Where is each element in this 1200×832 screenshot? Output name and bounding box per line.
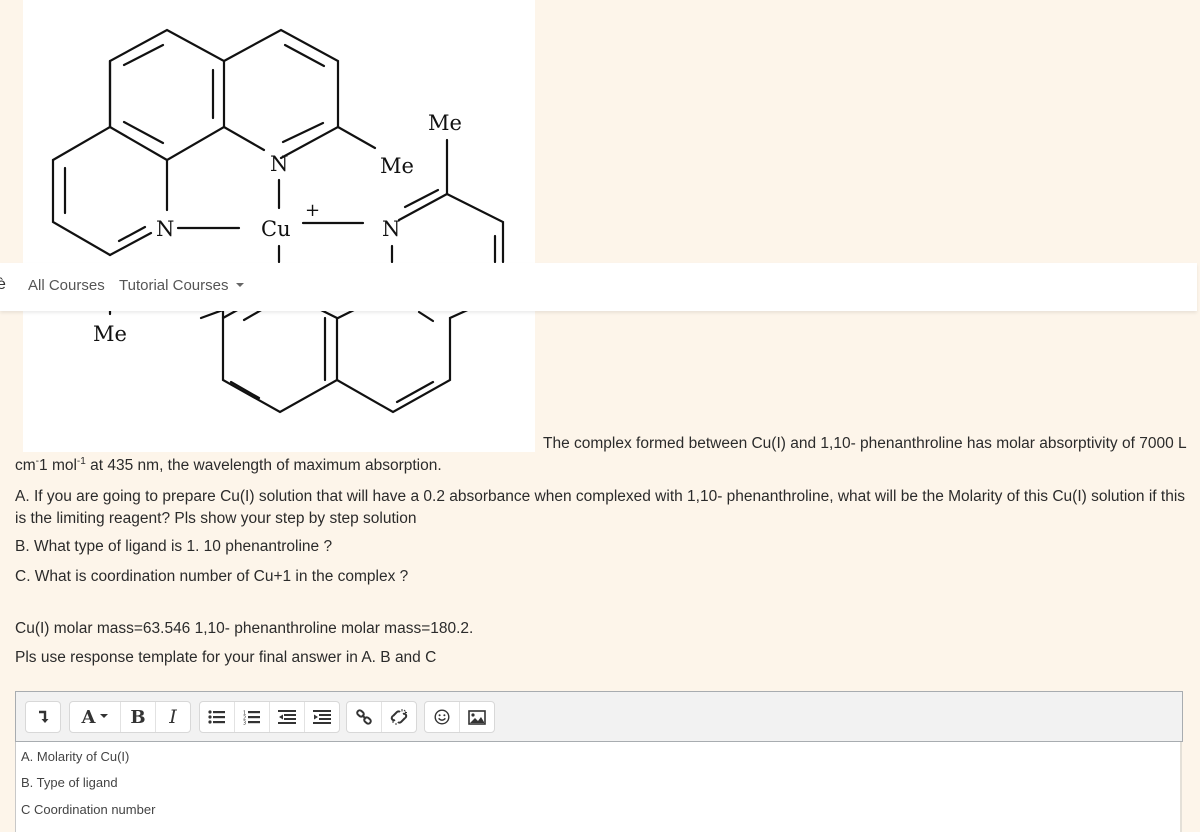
font-style-icon: A xyxy=(81,706,96,728)
answer-template-line-c[interactable]: C Coordination number xyxy=(21,802,155,817)
toolbar-group-media xyxy=(424,701,495,733)
nitrogen-label-left: N xyxy=(156,217,174,241)
cu-phenanthroline-complex-diagram: N N N Cu + Me Me Me xyxy=(51,28,505,414)
response-template-note: Pls use response template for your final… xyxy=(15,649,437,666)
charge-label: + xyxy=(305,200,320,221)
nav-item-truncated[interactable]: è xyxy=(0,276,6,294)
toolbar-group-links xyxy=(346,701,417,733)
toolbar-group-style: A B I xyxy=(69,701,191,733)
italic-button[interactable]: I xyxy=(156,702,190,732)
nitrogen-label-right: N xyxy=(382,217,400,241)
answer-template-line-b[interactable]: B. Type of ligand xyxy=(21,775,118,790)
indent-button[interactable] xyxy=(305,702,339,732)
units-superscript: -1 xyxy=(76,455,86,467)
nav-item-tutorial-courses[interactable]: Tutorial Courses xyxy=(119,277,245,294)
question-part-c: C. What is coordination number of Cu+1 i… xyxy=(15,568,409,585)
nitrogen-label-top: N xyxy=(270,152,288,176)
bold-button[interactable]: B xyxy=(121,702,156,732)
copper-label: Cu xyxy=(261,217,291,241)
link-button[interactable] xyxy=(347,702,382,732)
molar-mass-info: Cu(I) molar mass=63.546 1,10- phenanthro… xyxy=(15,620,474,637)
ordered-list-button[interactable]: 1 2 3 xyxy=(235,702,270,732)
question-units-line: cm-1 mol-1 at 435 nm, the wavelength of … xyxy=(15,455,442,475)
numbered-list-icon: 1 2 3 xyxy=(243,710,260,725)
editor-toolbar: A B I 1 2 3 xyxy=(15,691,1183,742)
methyl-label-top-right: Me xyxy=(428,111,462,135)
bold-icon: B xyxy=(130,706,146,728)
link-icon xyxy=(356,709,372,725)
nav-item-label: Tutorial Courses xyxy=(119,277,229,294)
toolbar-group-collapse xyxy=(25,701,61,733)
question-intro: The complex formed between Cu(I) and 1,1… xyxy=(543,435,1187,452)
emoji-icon xyxy=(434,709,450,725)
font-style-button[interactable]: A xyxy=(70,702,121,732)
outdent-icon xyxy=(278,710,296,724)
units-text: 1 mol xyxy=(39,457,77,474)
answer-template-line-a[interactable]: A. Molarity of Cu(I) xyxy=(21,749,129,764)
unordered-list-button[interactable] xyxy=(200,702,235,732)
caret-down-icon xyxy=(100,714,109,718)
answer-editor[interactable]: A. Molarity of Cu(I) B. Type of ligand C… xyxy=(15,742,1182,832)
image-icon xyxy=(468,709,486,725)
caret-down-icon xyxy=(236,283,245,288)
unlink-button[interactable] xyxy=(382,702,416,732)
emoji-button[interactable] xyxy=(425,702,460,732)
toolbar-group-lists: 1 2 3 xyxy=(199,701,340,733)
bond xyxy=(51,158,112,257)
nav-item-all-courses[interactable]: All Courses xyxy=(28,277,105,294)
italic-icon: I xyxy=(169,706,177,728)
svg-text:3: 3 xyxy=(243,720,246,725)
methyl-label-mid: Me xyxy=(380,154,414,178)
collapse-arrow-icon xyxy=(39,710,49,723)
unlink-icon xyxy=(390,709,408,725)
outdent-button[interactable] xyxy=(270,702,305,732)
bullet-list-icon xyxy=(208,710,225,724)
course-navbar: è All Courses Tutorial Courses xyxy=(0,263,1197,311)
nav-item-label: All Courses xyxy=(28,277,105,294)
show-more-buttons[interactable] xyxy=(26,702,60,732)
indent-icon xyxy=(313,710,331,724)
methyl-label-bottom-left: Me xyxy=(93,322,127,346)
question-part-b: B. What type of ligand is 1. 10 phenantr… xyxy=(15,538,333,555)
units-text: cm xyxy=(15,457,36,474)
question-part-a: A. If you are going to prepare Cu(I) sol… xyxy=(15,488,1186,527)
image-button[interactable] xyxy=(460,702,494,732)
units-text: at 435 nm, the wavelength of maximum abs… xyxy=(85,457,442,474)
molecule-structure-image: N N N Cu + Me Me Me xyxy=(23,0,535,452)
